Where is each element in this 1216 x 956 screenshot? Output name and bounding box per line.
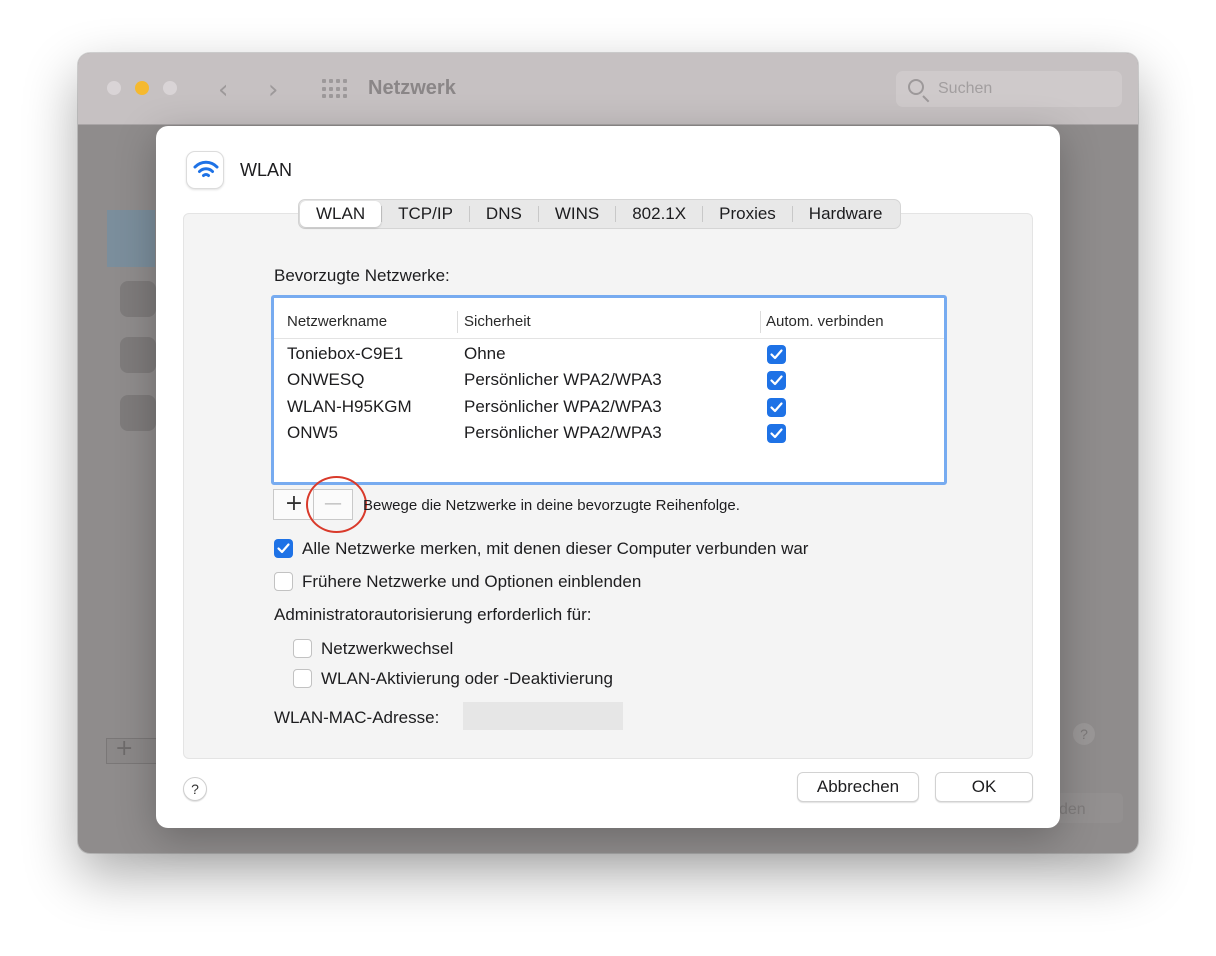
reorder-hint: Bewege die Netzwerke in deine bevorzugte… <box>363 497 740 514</box>
preferred-networks-table[interactable]: Netzwerkname Sicherheit Autom. verbinden… <box>271 295 947 485</box>
show-legacy-networks-label: Frühere Netzwerke und Optionen einblende… <box>302 572 642 591</box>
ok-button[interactable]: OK <box>935 772 1033 802</box>
auto-connect-checkbox[interactable] <box>767 424 786 443</box>
network-security: Persönlicher WPA2/WPA3 <box>464 423 662 442</box>
search-placeholder: Suchen <box>938 80 993 97</box>
network-name: ONW5 <box>287 423 338 442</box>
tab-8021x[interactable]: 802.1X <box>616 201 702 227</box>
search-icon <box>908 79 924 95</box>
auto-connect-checkbox[interactable] <box>767 345 786 364</box>
remember-networks-label: Alle Netzwerke merken, mit denen dieser … <box>302 539 809 558</box>
sheet-title: WLAN <box>240 160 293 180</box>
zoom-window-button[interactable] <box>163 81 177 95</box>
add-service-button[interactable]: + <box>115 736 133 761</box>
admin-network-change-checkbox[interactable] <box>293 639 312 658</box>
highlight-annotation-circle <box>306 476 367 533</box>
table-header-divider <box>274 338 944 339</box>
admin-network-change-label: Netzwerkwechsel <box>321 639 454 658</box>
preferred-networks-label: Bevorzugte Netzwerke: <box>274 266 450 285</box>
wifi-icon <box>186 151 224 189</box>
table-row[interactable]: WLAN-H95KGM Persönlicher WPA2/WPA3 <box>274 395 944 421</box>
admin-auth-label: Administratorautorisierung erforderlich … <box>274 605 592 624</box>
search-field[interactable]: Suchen <box>896 71 1122 107</box>
tab-proxies[interactable]: Proxies <box>703 201 792 227</box>
background-button-label: den <box>1059 801 1086 818</box>
back-chevron-icon[interactable]: ‹ <box>218 75 228 105</box>
close-window-button[interactable] <box>107 81 121 95</box>
network-security: Persönlicher WPA2/WPA3 <box>464 370 662 389</box>
tab-dns[interactable]: DNS <box>470 201 538 227</box>
minimize-window-button[interactable] <box>135 81 149 95</box>
column-header-name[interactable]: Netzwerkname <box>287 313 387 330</box>
column-separator <box>457 311 458 333</box>
network-security: Ohne <box>464 344 506 363</box>
ethernet-icon[interactable] <box>120 337 156 373</box>
background-help-button[interactable]: ? <box>1073 723 1095 745</box>
admin-wlan-toggle-label: WLAN-Aktivierung oder -Deaktivierung <box>321 669 613 688</box>
column-header-auto-connect[interactable]: Autom. verbinden <box>766 313 884 330</box>
network-security: Persönlicher WPA2/WPA3 <box>464 397 662 416</box>
auto-connect-checkbox[interactable] <box>767 371 786 390</box>
window-titlebar: ‹ › Netzwerk Suchen <box>78 53 1138 125</box>
network-name: WLAN-H95KGM <box>287 397 412 416</box>
network-name: Toniebox-C9E1 <box>287 344 404 363</box>
network-name: ONWESQ <box>287 370 365 389</box>
grid-icon[interactable] <box>322 79 348 99</box>
tab-tcpip[interactable]: TCP/IP <box>382 201 469 227</box>
window-title: Netzwerk <box>368 77 456 99</box>
sidebar-item-wlan[interactable] <box>107 210 155 267</box>
auto-connect-checkbox[interactable] <box>767 398 786 417</box>
mac-address-label: WLAN-MAC-Adresse: <box>274 708 440 727</box>
column-separator <box>760 311 761 333</box>
ethernet-icon[interactable] <box>120 395 156 431</box>
cancel-button[interactable]: Abbrechen <box>797 772 919 802</box>
table-row[interactable]: ONW5 Persönlicher WPA2/WPA3 <box>274 421 944 447</box>
mac-address-value <box>463 702 623 730</box>
wlan-settings-sheet: WLAN WLAN TCP/IP DNS WINS 802.1X Proxies… <box>156 126 1060 828</box>
column-header-security[interactable]: Sicherheit <box>464 313 531 330</box>
forward-chevron-icon[interactable]: › <box>268 75 278 105</box>
tab-wins[interactable]: WINS <box>539 201 615 227</box>
tab-bar: WLAN TCP/IP DNS WINS 802.1X Proxies Hard… <box>298 199 901 229</box>
bluetooth-icon[interactable] <box>120 281 156 317</box>
remember-networks-checkbox[interactable] <box>274 539 293 558</box>
tab-hardware[interactable]: Hardware <box>793 201 899 227</box>
table-row[interactable]: ONWESQ Persönlicher WPA2/WPA3 <box>274 368 944 394</box>
show-legacy-networks-checkbox[interactable] <box>274 572 293 591</box>
admin-wlan-toggle-checkbox[interactable] <box>293 669 312 688</box>
tab-wlan[interactable]: WLAN <box>300 201 382 227</box>
help-button[interactable]: ? <box>183 777 207 801</box>
table-row[interactable]: Toniebox-C9E1 Ohne <box>274 342 944 368</box>
